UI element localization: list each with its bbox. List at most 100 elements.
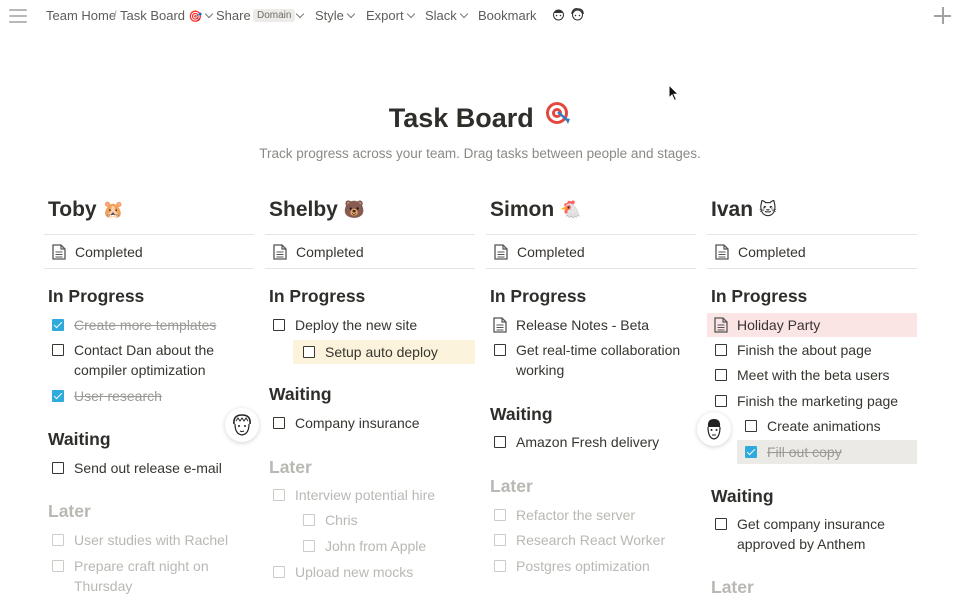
checkbox[interactable]: [52, 560, 64, 572]
column-shelby: Shelby 🐻 Completed In Progress Deploy th…: [265, 196, 475, 580]
page-title-text: Task Board: [388, 103, 534, 133]
checkbox[interactable]: [715, 344, 727, 356]
completed-label: Completed: [75, 243, 143, 260]
add-icon[interactable]: [933, 6, 952, 25]
checkbox[interactable]: [715, 518, 727, 530]
breadcrumb-team-home[interactable]: Team Home: [46, 8, 116, 23]
chevron-down-icon: [295, 9, 305, 19]
todo-item-highlighted[interactable]: Setup auto deploy: [293, 340, 475, 364]
checkbox[interactable]: [273, 566, 285, 578]
todo-subitem[interactable]: John from Apple: [265, 536, 475, 556]
chevron-down-icon: [346, 9, 356, 19]
checkbox[interactable]: [715, 369, 727, 381]
todo-text: Get real-time collaboration working: [516, 342, 681, 378]
page-link-item[interactable]: Release Notes - Beta: [486, 315, 696, 335]
todo-item[interactable]: Meet with the beta users: [707, 365, 917, 385]
page-link-item-highlighted[interactable]: Holiday Party: [707, 313, 917, 337]
bear-emoji-icon: 🐻: [343, 200, 366, 219]
todo-item[interactable]: Amazon Fresh delivery: [486, 432, 696, 452]
section-in-progress: In Progress: [490, 286, 587, 306]
section-later: Later: [711, 577, 754, 594]
slack-menu[interactable]: Slack: [425, 8, 469, 23]
style-label: Style: [315, 8, 344, 23]
column-header: Simon 🐔: [486, 196, 696, 224]
section-in-progress: In Progress: [711, 286, 808, 306]
page-title: Task Board: [0, 102, 960, 136]
checkbox[interactable]: [494, 534, 506, 546]
todo-text: Amazon Fresh delivery: [516, 434, 660, 450]
bookmark-button[interactable]: Bookmark: [478, 8, 537, 23]
todo-item[interactable]: User studies with Rachel: [44, 530, 254, 550]
todo-item[interactable]: Upload new mocks: [265, 562, 475, 582]
todo-subitem[interactable]: Chris: [265, 510, 475, 530]
share-dropdown[interactable]: [293, 8, 305, 23]
todo-item[interactable]: Deploy the new site: [265, 315, 475, 335]
user-avatar-icon[interactable]: [570, 7, 585, 22]
todo-item[interactable]: Interview potential hire: [265, 485, 475, 505]
todo-subitem[interactable]: Create animations: [707, 416, 917, 436]
todo-item[interactable]: Refactor the server: [486, 505, 696, 525]
todo-item[interactable]: Contact Dan about the compiler optimizat…: [44, 340, 254, 380]
todo-text: Setup auto deploy: [325, 344, 438, 360]
todo-text: Company insurance: [295, 415, 420, 431]
user-avatar-icon[interactable]: [551, 7, 566, 22]
section-in-progress: In Progress: [48, 286, 145, 306]
completed-label: Completed: [738, 243, 806, 260]
column-toby: Toby 🐹 Completed In Progress Create more…: [44, 196, 254, 594]
checkbox[interactable]: [303, 346, 315, 358]
todo-item[interactable]: Create more templates: [44, 315, 254, 335]
column-name: Ivan: [711, 198, 754, 221]
checkbox[interactable]: [494, 509, 506, 521]
checkbox[interactable]: [52, 319, 64, 331]
checkbox[interactable]: [494, 344, 506, 356]
document-icon: [714, 317, 728, 333]
todo-text: John from Apple: [325, 538, 427, 554]
breadcrumb-page-label: Task Board: [120, 8, 186, 23]
page-emoji-icon: 🎯: [188, 11, 203, 23]
checkbox[interactable]: [745, 446, 757, 458]
todo-text: Chris: [325, 512, 358, 528]
share-button[interactable]: Share: [216, 8, 251, 23]
collaborator-avatar[interactable]: [697, 412, 731, 446]
todo-text: Prepare craft night on Thursday: [74, 558, 209, 594]
export-menu[interactable]: Export: [366, 8, 415, 23]
breadcrumb-task-board[interactable]: Task Board 🎯: [120, 8, 214, 23]
todo-text: Get company insurance approved by Anthem: [737, 516, 885, 552]
checkbox[interactable]: [273, 417, 285, 429]
todo-item[interactable]: Get real-time collaboration working: [486, 340, 696, 380]
style-menu[interactable]: Style: [315, 8, 356, 23]
todo-item[interactable]: Finish the about page: [707, 340, 917, 360]
checkbox[interactable]: [52, 344, 64, 356]
completed-page-link[interactable]: Completed: [44, 234, 254, 269]
todo-subitem-highlighted[interactable]: Fill out copy: [737, 440, 917, 464]
checkbox[interactable]: [745, 420, 757, 432]
checkbox[interactable]: [273, 319, 285, 331]
collaborator-avatar[interactable]: [225, 408, 259, 442]
section-in-progress: In Progress: [269, 286, 366, 306]
checkbox[interactable]: [303, 514, 315, 526]
todo-item[interactable]: Finish the marketing page: [707, 391, 917, 411]
todo-text: Create more templates: [74, 317, 217, 333]
todo-item[interactable]: Get company insurance approved by Anthem: [707, 514, 917, 554]
checkbox[interactable]: [273, 489, 285, 501]
column-header: Ivan 🐱: [707, 196, 917, 224]
todo-item[interactable]: Prepare craft night on Thursday: [44, 556, 254, 594]
todo-item[interactable]: Send out release e-mail: [44, 458, 254, 478]
todo-item[interactable]: Research React Worker: [486, 530, 696, 550]
checkbox[interactable]: [303, 540, 315, 552]
checkbox[interactable]: [715, 395, 727, 407]
checkbox[interactable]: [52, 462, 64, 474]
completed-page-link[interactable]: Completed: [265, 234, 475, 269]
checkbox[interactable]: [52, 534, 64, 546]
checkbox[interactable]: [494, 560, 506, 572]
completed-page-link[interactable]: Completed: [486, 234, 696, 269]
menu-icon[interactable]: [9, 9, 27, 23]
todo-item[interactable]: Postgres optimization: [486, 556, 696, 576]
checkbox[interactable]: [494, 436, 506, 448]
todo-item[interactable]: Company insurance: [265, 413, 475, 433]
todo-text: Upload new mocks: [295, 564, 414, 580]
todo-item[interactable]: User research: [44, 386, 254, 406]
completed-page-link[interactable]: Completed: [707, 234, 917, 269]
checkbox[interactable]: [52, 390, 64, 402]
document-icon: [273, 243, 287, 260]
